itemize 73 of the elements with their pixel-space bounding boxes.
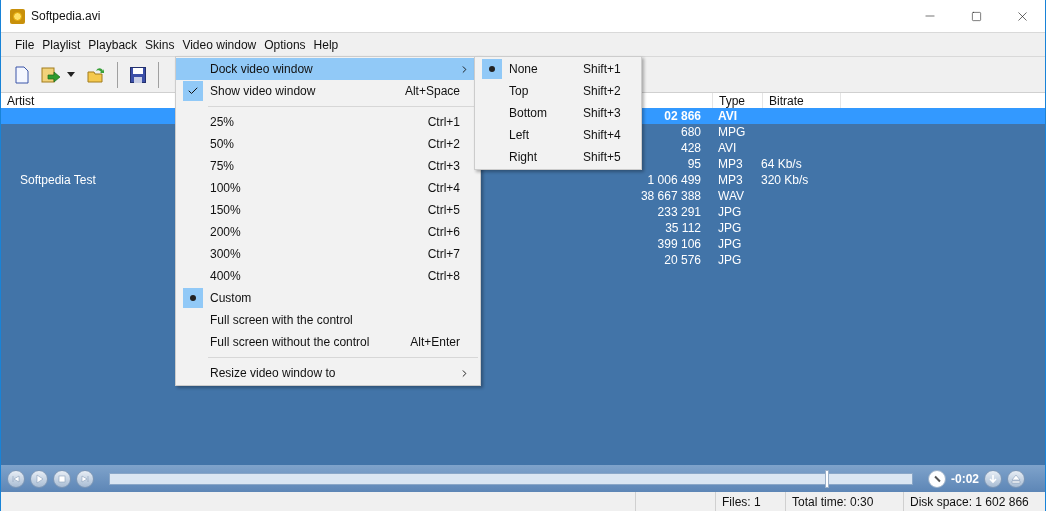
menu-bar-item[interactable]: Skins — [141, 36, 179, 54]
menu-bar-item[interactable]: File — [11, 36, 39, 54]
status-text: Total time: 0:30 — [792, 493, 874, 511]
open-folder-icon[interactable] — [87, 65, 105, 84]
status-text: Disk space: 1 602 866 — [910, 493, 1029, 511]
menu-item[interactable]: 300% Ctrl+7 — [176, 243, 480, 265]
next-button[interactable] — [76, 469, 94, 488]
menu-item[interactable]: 400% Ctrl+8 — [176, 265, 480, 287]
skip-forward-icon — [80, 473, 90, 484]
type-cell: JPG — [718, 221, 742, 235]
new-document-icon[interactable] — [15, 65, 29, 84]
menu-bar-item[interactable]: Playlist — [38, 36, 85, 54]
window-title: Softpedia.avi — [31, 8, 101, 25]
bitrate-cell: 320 Kb/s — [761, 173, 809, 187]
menu-bar-item[interactable]: Help — [309, 36, 343, 54]
menu-item[interactable]: 100% Ctrl+4 — [176, 177, 480, 199]
import-icon[interactable] — [41, 65, 61, 84]
menu-item[interactable]: 200% Ctrl+6 — [176, 221, 480, 243]
type-cell: JPG — [718, 205, 742, 219]
menu-item[interactable]: Full screen without the control Alt+Enter — [176, 331, 480, 353]
menu-bar-item[interactable]: Playback — [84, 36, 142, 54]
artist-cell: Softpedia Test — [20, 173, 96, 187]
size-cell-text: 02 866 — [664, 108, 701, 125]
menu-item[interactable]: Top Shift+2 — [475, 80, 641, 102]
volume-knob[interactable] — [928, 469, 946, 488]
menu-item[interactable]: Bottom Shift+3 — [475, 102, 641, 124]
type-cell: MP3 — [718, 157, 743, 171]
menu-item[interactable]: Custom — [176, 287, 480, 309]
previous-button[interactable] — [7, 469, 25, 488]
size-cell-text: 1 006 499 — [647, 172, 701, 189]
menu-bar-item[interactable]: Options — [260, 36, 310, 54]
size-cell-text: 35 112 — [665, 220, 701, 237]
size-cell-text: 680 — [680, 124, 701, 141]
menu-item[interactable]: Left Shift+4 — [475, 124, 641, 146]
column-header[interactable]: Artist — [7, 91, 35, 110]
download-button[interactable] — [984, 469, 1002, 488]
eject-button[interactable] — [1007, 469, 1025, 488]
size-cell-text: 95 — [687, 156, 701, 173]
menu-item[interactable]: Resize video window to — [176, 362, 480, 384]
menu-item[interactable]: 150% Ctrl+5 — [176, 199, 480, 221]
column-header[interactable]: Bitrate — [769, 91, 804, 110]
app-icon — [10, 8, 25, 24]
down-arrow-icon — [988, 473, 998, 484]
status-text: Files: 1 — [722, 493, 761, 511]
skip-back-icon — [11, 473, 21, 484]
seek-track[interactable] — [109, 472, 913, 485]
caret-icon[interactable] — [67, 72, 75, 77]
type-cell: WAV — [718, 189, 744, 203]
seek-thumb[interactable] — [825, 469, 829, 488]
menu-item[interactable]: Full screen with the control — [176, 309, 480, 331]
size-cell-text: 20 576 — [664, 252, 701, 269]
type-cell: MPG — [718, 125, 746, 139]
time-display: -0:02 — [951, 470, 979, 488]
save-icon[interactable] — [130, 66, 146, 83]
size-cell-text: 428 — [680, 140, 701, 157]
play-button[interactable] — [30, 469, 48, 488]
stop-icon — [57, 473, 67, 484]
type-cell: AVI — [718, 109, 738, 123]
type-cell: MP3 — [718, 173, 743, 187]
column-header[interactable]: Type — [719, 91, 745, 110]
size-cell-text: 233 291 — [657, 204, 701, 221]
type-cell: AVI — [718, 141, 737, 155]
play-icon — [34, 473, 44, 484]
menu-item[interactable]: Right Shift+5 — [475, 146, 641, 168]
size-cell-text: 38 667 388 — [640, 188, 701, 205]
eject-icon — [1011, 473, 1021, 484]
type-cell: JPG — [718, 237, 742, 251]
bitrate-cell: 64 Kb/s — [761, 157, 802, 171]
stop-button[interactable] — [53, 469, 71, 488]
menu-bar-item[interactable]: Video window — [178, 36, 261, 54]
size-cell-text: 399 106 — [657, 236, 701, 253]
type-cell: JPG — [718, 253, 742, 267]
maximize-icon — [970, 10, 982, 22]
